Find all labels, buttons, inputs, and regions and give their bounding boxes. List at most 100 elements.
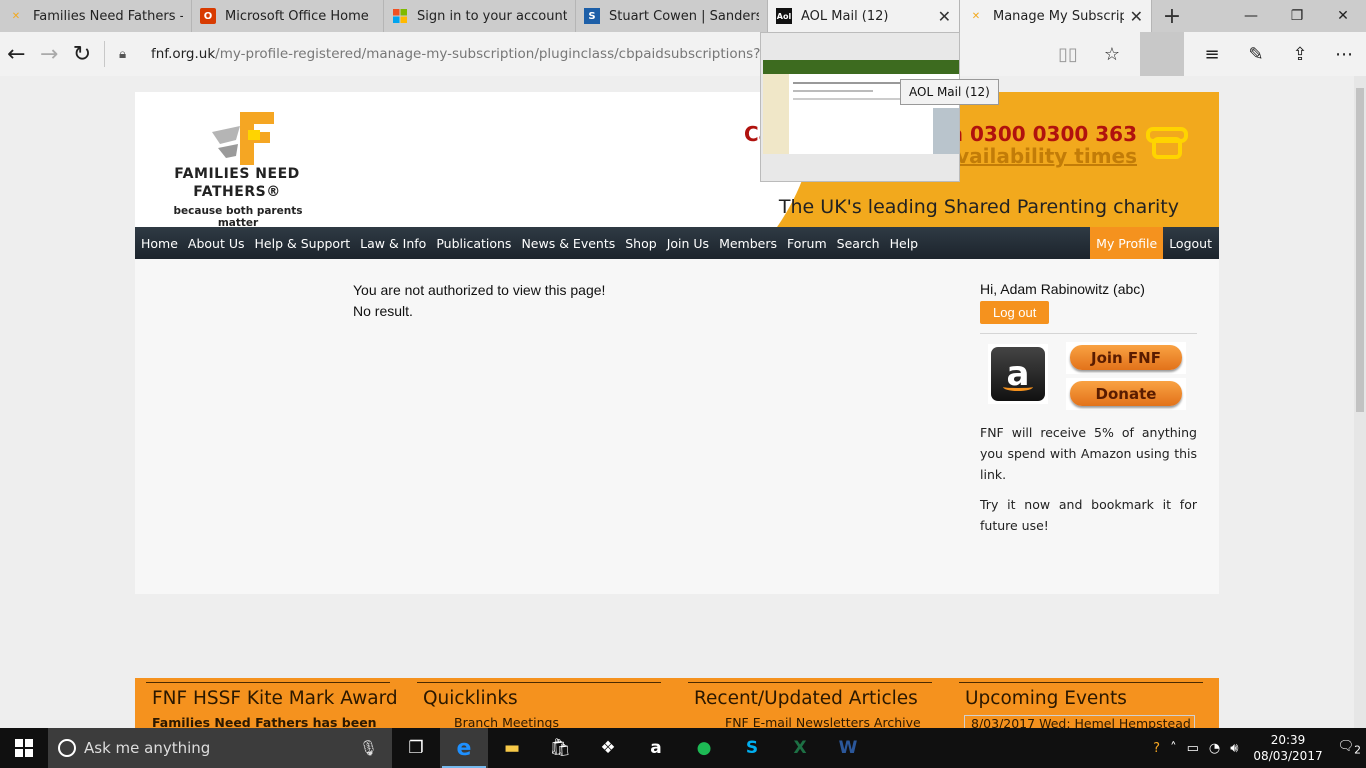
nav-search[interactable]: Search [832,227,885,259]
microphone-icon[interactable]: 🎙︎ [359,739,378,757]
amazon-info: FNF will receive 5% of anything you spen… [980,422,1197,536]
tab-label: Microsoft Office Home [225,8,369,24]
user-greeting: Hi, Adam Rabinowitz (abc) [980,281,1145,297]
nav-shop[interactable]: Shop [620,227,661,259]
word-icon[interactable]: W [824,728,872,768]
excel-icon[interactable]: X [776,728,824,768]
site-tagline: The UK's leading Shared Parenting charit… [778,196,1179,218]
nav-help-support[interactable]: Help & Support [250,227,356,259]
nav-publications[interactable]: Publications [431,227,516,259]
footer-text: Families Need Fathers has been [152,715,377,728]
log-out-button[interactable]: Log out [980,301,1050,324]
aol-icon: Aol [776,8,792,24]
cortana-icon [58,739,76,757]
footer-heading: Quicklinks [423,688,518,709]
spotify-icon[interactable]: ● [680,728,728,768]
start-button[interactable] [0,728,48,768]
tab-tooltip: AOL Mail (12) [900,79,999,105]
amazon-button[interactable]: a [988,344,1048,404]
close-icon[interactable]: ✕ [1130,7,1143,26]
donate-button[interactable]: Donate [1066,378,1186,410]
help-icon[interactable]: ? [1148,741,1165,756]
share-icon[interactable]: ⇪ [1278,32,1322,76]
bookmark-paragraph: Try it now and bookmark it for future us… [980,497,1197,533]
browser-tools: ▯▯ ☆ ≡ ✎ ⇪ ⋯ [1046,32,1366,76]
tab-bar: ✕ Families Need Fathers - Ac O Microsoft… [0,0,1366,32]
join-fnf-button[interactable]: Join FNF [1066,342,1186,374]
amazon-taskbar-icon[interactable]: a [632,728,680,768]
clock-time: 20:39 [1270,733,1306,747]
store-icon[interactable]: 🛍︎ [536,728,584,768]
clock-date: 08/03/2017 [1253,749,1323,763]
sidebar: Hi, Adam Rabinowitz (abc) Log out a Join… [980,281,1197,536]
nav-news-events[interactable]: News & Events [516,227,620,259]
more-icon[interactable]: ⋯ [1322,32,1366,76]
file-explorer-icon[interactable]: ▬ [488,728,536,768]
nav-my-profile[interactable]: My Profile [1090,227,1164,259]
footer-link[interactable]: Branch Meetings [417,715,661,728]
tab-families-need-fathers[interactable]: ✕ Families Need Fathers - Ac [0,0,192,32]
skype-icon[interactable]: S [728,728,776,768]
battery-icon[interactable]: ▭ [1182,741,1204,756]
minimize-icon[interactable]: — [1228,0,1274,32]
hub-icon[interactable]: ≡ [1190,32,1234,76]
footer-heading: Upcoming Events [965,688,1127,709]
window-close-icon[interactable]: ✕ [1320,0,1366,32]
favorite-star-icon[interactable]: ☆ [1090,32,1134,76]
edge-icon[interactable]: e [440,728,488,768]
footer-event[interactable]: 8/03/2017 Wed: Hemel Hempstead [964,715,1195,728]
tab-label: AOL Mail (12) [801,8,889,24]
logo-line2: FATHERS® [193,184,281,200]
scroll-thumb[interactable] [1356,88,1364,412]
clock[interactable]: 20:39 08/03/2017 [1243,732,1332,764]
tab-aol-mail[interactable]: Aol AOL Mail (12) ✕ [768,0,960,32]
reading-view-icon[interactable]: ▯▯ [1046,32,1090,76]
availability-link[interactable]: availability times [943,144,1137,168]
close-icon[interactable]: ✕ [938,7,951,26]
not-authorized-message: You are not authorized to view this page… [353,282,606,298]
tab-manage-subscription[interactable]: ✕ Manage My Subscript ✕ [960,0,1152,32]
chevron-up-icon[interactable]: ˄ [1165,741,1182,756]
tab-preview-aol[interactable] [760,32,960,182]
tab-sign-in[interactable]: Sign in to your account [384,0,576,32]
office-icon: O [200,8,216,24]
web-note-icon[interactable]: ✎ [1234,32,1278,76]
cortana-search[interactable]: Ask me anything 🎙︎ [48,728,392,768]
new-tab-button[interactable]: + [1152,0,1192,32]
tab-label: Stuart Cowen | Sanders W [609,8,759,24]
donate-label: Donate [1070,381,1182,406]
nav-law-info[interactable]: Law & Info [355,227,431,259]
preview-thumbnail [763,60,959,154]
sanders-icon: S [584,8,600,24]
nav-logout[interactable]: Logout [1163,227,1219,259]
nav-about-us[interactable]: About Us [183,227,250,259]
nav-join-us[interactable]: Join Us [662,227,714,259]
tab-office-home[interactable]: O Microsoft Office Home [192,0,384,32]
logo-line1: FAMILIES NEED [174,166,300,182]
tab-label: Families Need Fathers - Ac [33,8,183,24]
promo-area: a Join FNF Donate [980,342,1197,410]
system-tray: ? ˄ ▭ ◔ 🔊︎ 20:39 08/03/2017 🗨︎2 [1148,728,1366,768]
volume-icon[interactable]: 🔊︎ [1225,741,1243,756]
nav-forum[interactable]: Forum [782,227,832,259]
task-view-icon[interactable]: ❐ [392,728,440,768]
wifi-icon[interactable]: ◔ [1204,741,1225,756]
amazon-text-end: . [1002,467,1007,482]
site-header: FAMILIES NEED FATHERS® because both pare… [135,92,1219,227]
refresh-button[interactable]: ↻ [66,32,99,76]
nav-home[interactable]: Home [135,227,183,259]
footer-heading: FNF HSSF Kite Mark Award [152,688,398,709]
fnf-mark-icon [212,112,274,165]
footer-link[interactable]: FNF E-mail Newsletters Archive [688,715,932,728]
nav-help[interactable]: Help [885,227,924,259]
dropbox-icon[interactable]: ❖ [584,728,632,768]
fnf-logo-icon: ✕ [971,10,981,22]
page-scrollbar[interactable] [1354,76,1366,728]
restore-icon[interactable]: ❐ [1274,0,1320,32]
tab-stuart-cowen[interactable]: S Stuart Cowen | Sanders W [576,0,768,32]
forward-button[interactable]: → [33,32,66,76]
fnf-logo[interactable]: FAMILIES NEED FATHERS® because both pare… [155,110,325,227]
back-button[interactable]: ← [0,32,33,76]
notification-icon[interactable]: 🗨︎2 [1333,739,1366,757]
nav-members[interactable]: Members [714,227,782,259]
